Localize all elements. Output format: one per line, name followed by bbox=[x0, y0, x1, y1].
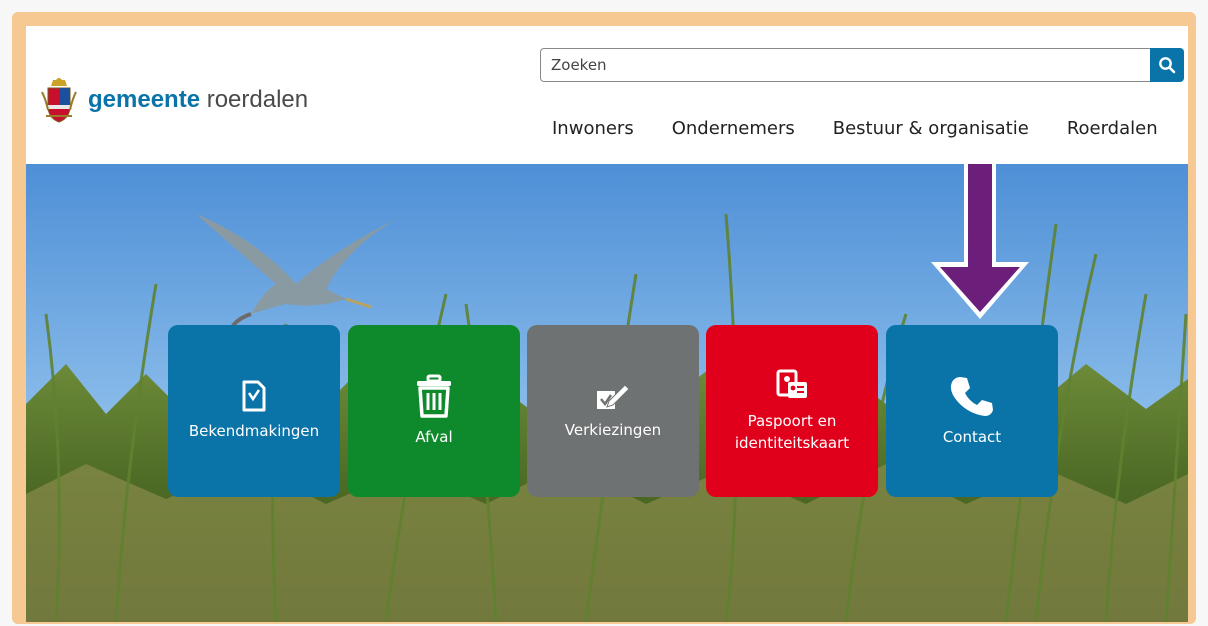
logo-text-light: roerdalen bbox=[206, 86, 309, 113]
tile-bekendmakingen[interactable]: Bekendmakingen bbox=[168, 325, 340, 497]
document-check-icon bbox=[242, 380, 266, 412]
nav-item-ondernemers[interactable]: Ondernemers bbox=[672, 118, 795, 139]
search-button[interactable] bbox=[1150, 48, 1184, 82]
coat-of-arms-icon bbox=[41, 78, 77, 123]
tile-label: Bekendmakingen bbox=[188, 422, 320, 440]
search-input[interactable] bbox=[540, 48, 1150, 82]
tile-label-line1: Paspoort en bbox=[747, 412, 837, 430]
tile-verkiezingen[interactable]: Verkiezingen bbox=[527, 325, 699, 497]
main-nav: Inwoners Ondernemers Bestuur & organisat… bbox=[552, 118, 1158, 139]
id-card-icon bbox=[776, 369, 807, 398]
ballot-pencil-icon bbox=[597, 384, 630, 409]
logo[interactable]: gemeente roerdalen bbox=[40, 76, 308, 124]
tile-label: Contact bbox=[942, 428, 1002, 446]
trash-icon bbox=[417, 374, 451, 418]
tile-label: Paspoort en identiteitskaart bbox=[735, 410, 849, 454]
nav-item-roerdalen[interactable]: Roerdalen bbox=[1067, 118, 1158, 139]
logo-text-bold: gemeente bbox=[88, 86, 201, 113]
nav-item-bestuur-organisatie[interactable]: Bestuur & organisatie bbox=[833, 118, 1029, 139]
site-header: gemeente roerdalen Inwoners Ondernemers … bbox=[26, 26, 1188, 164]
tile-contact[interactable]: Contact bbox=[886, 325, 1058, 497]
search-icon bbox=[1159, 57, 1176, 74]
tile-afval[interactable]: Afval bbox=[348, 325, 520, 497]
tile-paspoort-identiteitskaart[interactable]: Paspoort en identiteitskaart bbox=[706, 325, 878, 497]
logo-text: gemeente roerdalen bbox=[88, 86, 308, 114]
page: gemeente roerdalen Inwoners Ondernemers … bbox=[26, 26, 1188, 622]
search-bar bbox=[540, 48, 1184, 82]
nav-item-inwoners[interactable]: Inwoners bbox=[552, 118, 634, 139]
annotation-arrow-icon bbox=[931, 164, 1029, 319]
tile-label-line2: identiteitskaart bbox=[734, 434, 850, 452]
phone-icon bbox=[950, 377, 993, 416]
tile-label: Afval bbox=[415, 428, 453, 446]
tile-label: Verkiezingen bbox=[564, 421, 662, 439]
